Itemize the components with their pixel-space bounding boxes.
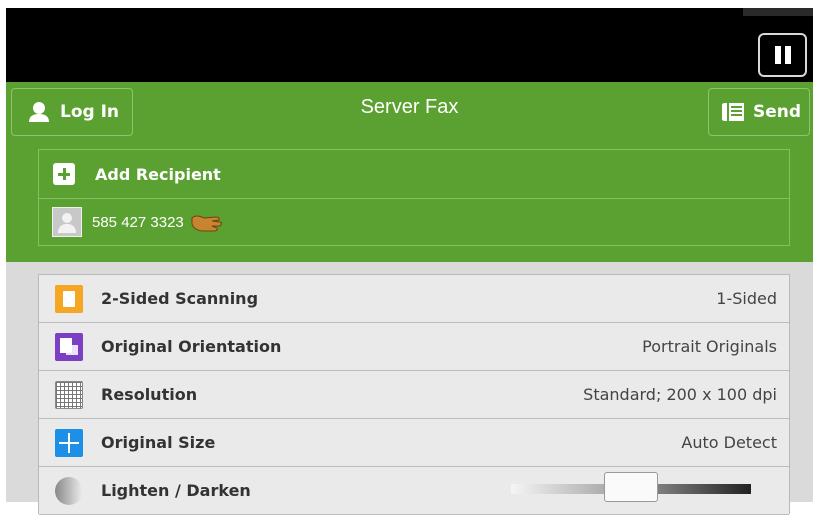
send-button[interactable]: Send xyxy=(708,88,810,136)
size-arrows-icon xyxy=(55,428,83,457)
top-divider xyxy=(743,8,813,16)
settings-list: 2-Sided Scanning 1-Sided Original Orient… xyxy=(38,274,790,515)
pause-button[interactable] xyxy=(758,33,807,77)
add-recipient-button[interactable]: Add Recipient xyxy=(39,150,789,199)
orientation-icon xyxy=(55,332,83,361)
setting-label: Original Orientation xyxy=(101,337,282,356)
setting-value: Portrait Originals xyxy=(642,337,777,356)
pause-icon-bar-left xyxy=(774,46,781,64)
setting-row-resolution[interactable]: Resolution Standard; 200 x 100 dpi xyxy=(39,371,789,419)
setting-row-original-orientation[interactable]: Original Orientation Portrait Originals xyxy=(39,323,789,371)
recipient-list: Add Recipient 585 427 3323 xyxy=(38,149,790,246)
settings-panel: 2-Sided Scanning 1-Sided Original Orient… xyxy=(6,262,813,515)
recipient-item[interactable]: 585 427 3323 xyxy=(39,198,789,246)
setting-label: Resolution xyxy=(101,385,198,404)
contact-icon xyxy=(52,207,82,237)
resolution-grid-icon xyxy=(55,380,83,409)
lighten-darken-slider-thumb[interactable] xyxy=(604,472,658,502)
contrast-icon xyxy=(55,476,83,505)
two-sided-scan-icon xyxy=(55,284,83,313)
recipient-number: 585 427 3323 xyxy=(92,213,184,231)
send-label: Send xyxy=(753,102,802,122)
setting-row-original-size[interactable]: Original Size Auto Detect xyxy=(39,419,789,467)
add-recipient-label: Add Recipient xyxy=(95,164,221,184)
setting-label: Lighten / Darken xyxy=(101,481,251,500)
fax-header-panel: Log In Server Fax Send Add Recipient 585… xyxy=(6,82,813,262)
top-status-bar xyxy=(6,8,813,82)
page-title: Server Fax xyxy=(360,96,459,118)
setting-label: 2-Sided Scanning xyxy=(101,289,259,308)
pause-icon-bar-right xyxy=(784,46,791,64)
setting-label: Original Size xyxy=(101,433,216,452)
setting-value: 1-Sided xyxy=(716,289,777,308)
plus-icon xyxy=(53,163,75,185)
fax-icon xyxy=(722,103,744,121)
setting-value: Standard; 200 x 100 dpi xyxy=(583,385,777,404)
setting-value: Auto Detect xyxy=(681,433,777,452)
setting-row-2-sided-scanning[interactable]: 2-Sided Scanning 1-Sided xyxy=(39,275,789,323)
hand-pointer-icon xyxy=(191,215,222,232)
